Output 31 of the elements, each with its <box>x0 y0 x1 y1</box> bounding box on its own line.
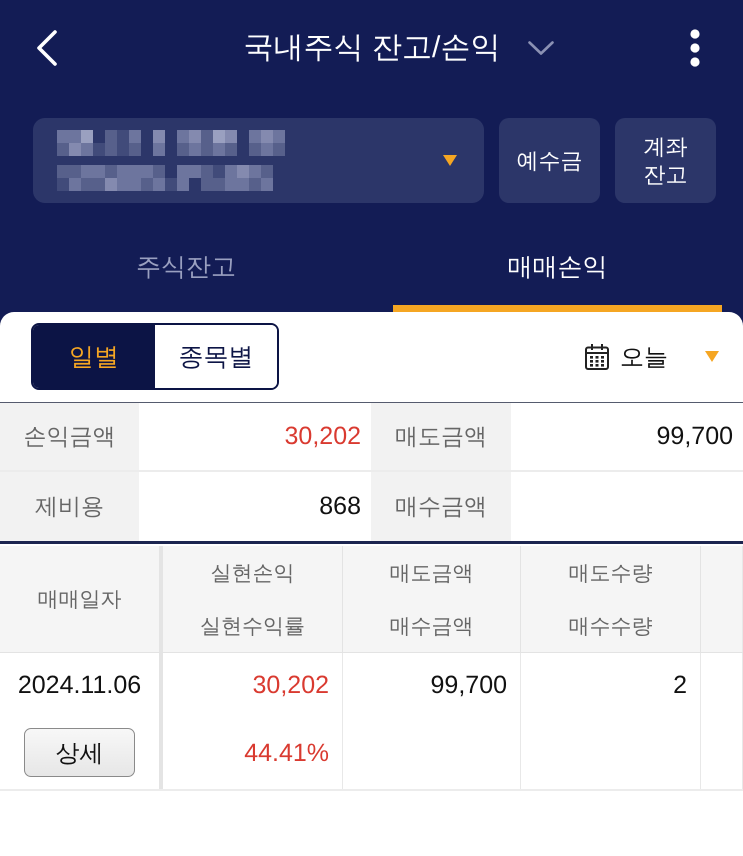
column-header: 매도금액 <box>343 546 521 599</box>
segment-button[interactable]: 일별 <box>33 325 155 388</box>
account-select[interactable] <box>33 118 484 203</box>
dropdown-triangle-icon <box>443 155 457 166</box>
column-header: 매수수량 <box>521 599 701 652</box>
back-icon[interactable] <box>36 30 58 66</box>
column-header: 실현수익률 <box>163 599 343 652</box>
tab[interactable]: 매매손익 <box>372 235 743 312</box>
period-select[interactable]: 오늘 <box>585 340 719 372</box>
detail-button[interactable]: 상세 <box>24 728 135 777</box>
table-cell-text: 2 <box>673 670 687 701</box>
page-title: 국내주식 잔고/손익 <box>244 30 500 66</box>
column-header: 매도수량 <box>521 546 701 599</box>
dropdown-triangle-icon <box>705 351 719 362</box>
table-cell-text: 30,202 <box>252 670 329 701</box>
table-cell-text: 2024.11.06 <box>18 670 142 701</box>
column-header: 매매일자 <box>0 546 163 652</box>
table-cell-text: 44.41% <box>244 738 329 769</box>
account-button[interactable]: 계좌 잔고 <box>615 118 716 203</box>
summary-label: 손익금액 <box>0 403 139 472</box>
summary-label: 매도금액 <box>371 403 511 472</box>
chevron-down-icon[interactable] <box>528 40 554 54</box>
column-header: 매수금액 <box>343 599 521 652</box>
summary-label: 매수금액 <box>371 472 511 541</box>
summary-label: 제비용 <box>0 472 139 541</box>
column-header: 실현손익 <box>163 546 343 599</box>
calendar-icon <box>585 344 609 370</box>
more-icon[interactable] <box>690 28 700 66</box>
tab[interactable]: 주식잔고 <box>0 235 372 312</box>
account-button[interactable]: 예수금 <box>499 118 600 203</box>
table-cell-text: 99,700 <box>430 670 507 701</box>
